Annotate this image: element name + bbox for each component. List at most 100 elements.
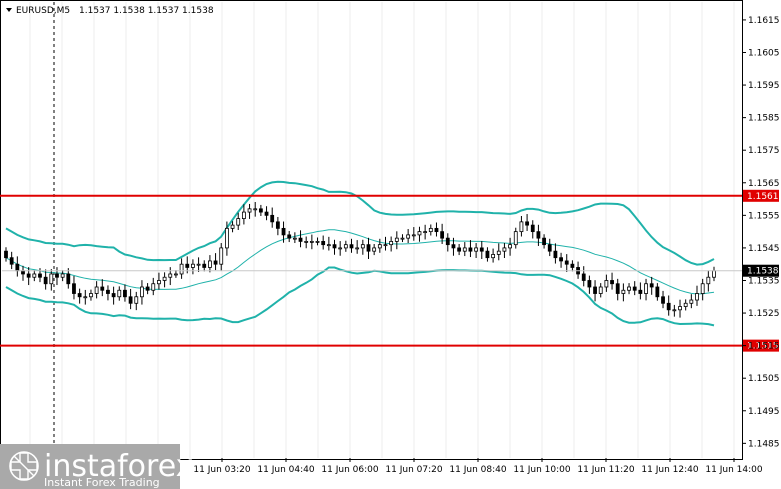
candle-body <box>9 257 14 265</box>
candle-body <box>474 247 479 252</box>
candle-body <box>712 270 716 278</box>
y-tick-label: 1.1575 <box>748 146 780 156</box>
y-tick-label: 1.1515 <box>748 342 780 352</box>
candle-body <box>281 227 286 236</box>
candle-body <box>4 250 8 259</box>
candle-body <box>191 263 195 268</box>
candle-body <box>689 299 694 304</box>
candle-body <box>77 293 82 298</box>
candle-body <box>695 293 699 301</box>
y-tick-label: 1.1495 <box>748 407 780 417</box>
candle-body <box>451 244 456 249</box>
x-tick-label: 11 Jun 03:20 <box>193 465 250 475</box>
x-tick-label: 11 Jun 06:00 <box>321 465 378 475</box>
candle-body <box>247 208 252 213</box>
y-tick-label: 1.1485 <box>748 439 780 449</box>
y-tick-label: 1.1525 <box>748 309 780 319</box>
candle-body <box>219 247 224 265</box>
candle-body <box>525 221 529 226</box>
symbol-label: EURUSD,M5 <box>16 6 70 16</box>
candle-body <box>411 234 416 237</box>
candle-body <box>349 244 354 249</box>
candle-body <box>355 247 360 250</box>
y-tick-label: 1.1595 <box>748 81 780 91</box>
candle-body <box>128 296 133 304</box>
candle-body <box>174 273 178 276</box>
candle-body <box>615 283 620 294</box>
x-tick-label: 11 Jun 08:40 <box>449 465 506 475</box>
y-tick-label: 1.1505 <box>748 374 780 384</box>
x-tick-label: 11 Jun 12:40 <box>641 465 698 475</box>
candle-body <box>400 237 405 240</box>
ohlc-values: 1.1537 1.1538 1.1537 1.1538 <box>79 6 214 16</box>
candle-body <box>117 289 122 298</box>
candle-body <box>519 221 524 233</box>
candle-body <box>100 286 105 291</box>
candle-body <box>253 208 258 211</box>
y-tick-label: 1.1565 <box>748 179 780 189</box>
candle-body <box>683 302 688 307</box>
watermark-tagline: Instant Forex Trading <box>44 476 160 489</box>
candle-body <box>581 273 586 281</box>
candle-body <box>89 293 93 298</box>
candle-body <box>32 273 37 278</box>
candle-body <box>462 247 467 252</box>
x-tick-label: 11 Jun 07:20 <box>385 465 442 475</box>
candle-body <box>593 286 597 294</box>
candle-body <box>434 227 439 233</box>
level-price-label: 1.1561 <box>747 192 779 202</box>
candle-body <box>559 257 563 262</box>
candle-body <box>587 280 592 288</box>
candle-body <box>123 289 127 298</box>
candle-body <box>417 231 422 236</box>
candle-body <box>298 237 303 242</box>
candle-body <box>208 260 212 268</box>
candle-body <box>485 250 490 259</box>
candle-body <box>666 302 671 311</box>
candle-body <box>406 234 411 239</box>
candle-body <box>83 296 88 299</box>
candle-body <box>168 273 173 278</box>
candle-body <box>445 237 450 246</box>
candle-body <box>258 208 263 213</box>
candle-body <box>196 263 201 266</box>
candle-body <box>315 240 320 243</box>
candle-body <box>644 283 648 294</box>
candle-body <box>111 293 116 298</box>
candle-body <box>661 296 665 304</box>
candle-body <box>706 276 711 285</box>
candle-body <box>15 263 20 272</box>
candle-body <box>185 263 190 268</box>
candle-body <box>224 227 229 249</box>
candle-body <box>598 286 603 294</box>
candle-body <box>179 263 184 275</box>
chart-header: EURUSD,M5 1.1537 1.1538 1.1537 1.1538 <box>6 6 214 16</box>
y-tick-label: 1.1535 <box>748 276 780 286</box>
candle-body <box>202 263 207 268</box>
candle-body <box>547 244 552 252</box>
candle-body <box>394 237 399 242</box>
candle-body <box>332 244 337 249</box>
candle-body <box>496 250 501 255</box>
candle-body <box>508 244 512 249</box>
candle-body <box>213 260 218 265</box>
x-tick-label: 11 Jun 11:20 <box>577 465 634 475</box>
candle-body <box>287 234 292 239</box>
candle-body <box>627 286 631 291</box>
candle-body <box>55 273 59 278</box>
candle-body <box>377 244 382 249</box>
price-chart[interactable]: 1.1561 1.1515 1.1538 1.1615 1.1605 1.1595 1.1… <box>0 0 781 489</box>
y-tick-label: 1.1605 <box>748 48 780 58</box>
candle-body <box>304 240 309 243</box>
candle-body <box>43 276 48 285</box>
candle-body <box>372 247 377 252</box>
candle-body <box>162 276 167 281</box>
candle-body <box>632 286 637 291</box>
candle-body <box>326 244 331 247</box>
candle-body <box>468 247 473 252</box>
candle-body <box>38 273 42 278</box>
y-tick-label: 1.1585 <box>748 114 780 124</box>
candle-body <box>157 280 161 285</box>
candle-body <box>621 289 626 294</box>
candle-body <box>106 289 110 294</box>
